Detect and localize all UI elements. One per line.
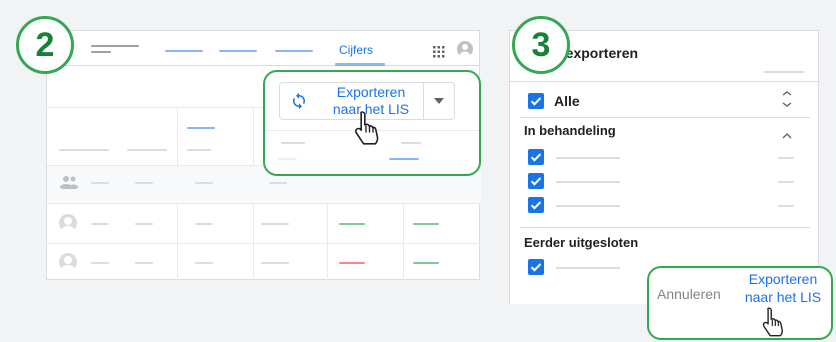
- expand-icon[interactable]: [782, 91, 792, 112]
- column-header-placeholder: [187, 127, 215, 129]
- export-button-line1: Exporteren: [336, 84, 406, 100]
- student-row-placeholder: [91, 223, 109, 225]
- grade-placeholder: [413, 223, 439, 225]
- student-row-placeholder: [195, 223, 213, 225]
- export-button-line1: Exporteren: [748, 271, 818, 287]
- group-icon: [59, 175, 79, 194]
- nav-tab-placeholder[interactable]: [165, 50, 203, 52]
- hand-pointer-icon: [353, 110, 383, 151]
- export-to-sis-dialog-button[interactable]: Exporteren naar het LIS: [735, 270, 831, 306]
- menu-line: [91, 51, 111, 53]
- nav-tab-placeholder[interactable]: [219, 50, 257, 52]
- grade-placeholder: [339, 262, 365, 264]
- export-to-sis-button[interactable]: Exporteren naar het LIS: [280, 83, 424, 119]
- checkbox-item[interactable]: [528, 149, 544, 165]
- student-row-placeholder: [135, 223, 153, 225]
- collapse-icon[interactable]: [782, 127, 792, 145]
- grade-placeholder: [413, 262, 439, 264]
- student-row-placeholder: [91, 262, 109, 264]
- student-row-placeholder: [195, 262, 213, 264]
- checkbox-item[interactable]: [528, 173, 544, 189]
- dropdown-arrow-icon[interactable]: [424, 83, 454, 119]
- student-avatar: [59, 214, 77, 232]
- export-dialog: s exporteren Alle In behandeling Eerder …: [509, 30, 820, 304]
- item-placeholder: [556, 181, 620, 183]
- class-row-placeholder: [135, 182, 153, 184]
- export-callout: Exporteren naar het LIS: [263, 70, 481, 176]
- column-header-placeholder: [187, 149, 211, 151]
- grade-placeholder: [339, 223, 365, 225]
- student-row-placeholder: [135, 262, 153, 264]
- active-tab-indicator: [335, 63, 385, 66]
- class-row-placeholder: [269, 182, 287, 184]
- hand-pointer-icon: [761, 306, 787, 342]
- placeholder: [277, 158, 297, 160]
- placeholder: [389, 158, 419, 160]
- tab-cijfers[interactable]: Cijfers: [339, 43, 373, 57]
- step-badge-3: 3: [512, 16, 570, 74]
- menu-line: [91, 45, 139, 47]
- cancel-button[interactable]: Annuleren: [657, 286, 721, 302]
- column-header-placeholder: [127, 149, 167, 151]
- step-badge-2: 2: [16, 16, 74, 74]
- class-row-placeholder: [91, 182, 109, 184]
- section-title: In behandeling: [524, 123, 616, 138]
- checkbox-item[interactable]: [528, 259, 544, 275]
- placeholder: [281, 142, 305, 144]
- item-placeholder: [778, 205, 794, 207]
- all-label: Alle: [554, 93, 580, 109]
- student-row-placeholder: [261, 223, 289, 225]
- item-placeholder: [556, 267, 620, 269]
- student-avatar: [59, 253, 77, 271]
- item-placeholder: [556, 205, 620, 207]
- sync-icon: [290, 92, 308, 115]
- student-row-placeholder: [261, 262, 289, 264]
- item-placeholder: [778, 181, 794, 183]
- class-row-placeholder: [195, 182, 213, 184]
- section-title: Eerder uitgesloten: [524, 235, 639, 250]
- column-header-placeholder: [59, 149, 109, 151]
- checkbox-all[interactable]: [528, 93, 544, 109]
- checkbox-item[interactable]: [528, 197, 544, 213]
- item-placeholder: [556, 157, 620, 159]
- apps-grid-icon[interactable]: [433, 45, 445, 58]
- export-button-line2: naar het LIS: [744, 289, 822, 305]
- placeholder: [764, 71, 804, 73]
- dialog-actions-callout: Annuleren Exporteren naar het LIS: [647, 266, 833, 340]
- placeholder: [401, 142, 421, 144]
- nav-tab-placeholder[interactable]: [275, 50, 313, 52]
- account-icon[interactable]: [457, 41, 473, 62]
- item-placeholder: [778, 157, 794, 159]
